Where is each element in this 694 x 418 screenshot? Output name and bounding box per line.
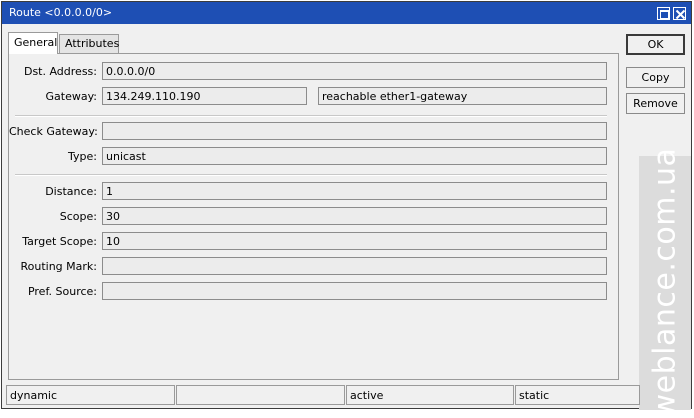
gateway-label: Gateway: <box>45 90 98 103</box>
type-field[interactable]: unicast <box>102 147 607 165</box>
dst-address-field[interactable]: 0.0.0.0/0 <box>102 62 607 80</box>
divider <box>15 174 607 176</box>
watermark-text: weblance.com.ua <box>647 147 683 418</box>
routing-mark-row: Routing Mark: <box>9 257 618 275</box>
distance-row: Distance: 1 <box>9 182 618 200</box>
title-bar[interactable]: Route <0.0.0.0/0> <box>2 2 691 24</box>
status-bar: dynamic active static <box>6 385 640 406</box>
pref-source-field[interactable] <box>102 282 607 300</box>
maximize-icon[interactable] <box>657 7 670 20</box>
watermark: weblance.com.ua <box>639 148 691 418</box>
pref-source-row: Pref. Source: <box>9 282 618 300</box>
distance-label: Distance: <box>45 185 97 198</box>
close-icon[interactable] <box>673 7 686 20</box>
gateway-row: Gateway: 134.249.110.190 reachable ether… <box>9 87 618 105</box>
window-title: Route <0.0.0.0/0> <box>9 6 113 19</box>
tab-attributes[interactable]: Attributes <box>59 34 119 53</box>
ok-button[interactable]: OK <box>626 34 685 55</box>
target-scope-field[interactable]: 10 <box>102 232 607 250</box>
divider <box>15 115 607 117</box>
routing-mark-label: Routing Mark: <box>20 260 97 273</box>
target-scope-row: Target Scope: 10 <box>9 232 618 250</box>
type-label: Type: <box>68 150 97 163</box>
scope-row: Scope: 30 <box>9 207 618 225</box>
remove-button[interactable]: Remove <box>626 93 685 114</box>
status-dynamic: dynamic <box>6 385 175 405</box>
check-gateway-field[interactable] <box>102 122 607 140</box>
gateway-field[interactable]: 134.249.110.190 <box>102 87 307 105</box>
tab-general[interactable]: General <box>8 32 58 54</box>
status-empty <box>176 385 345 405</box>
gateway-status-field: reachable ether1-gateway <box>318 87 607 105</box>
route-window: Route <0.0.0.0/0> General Attributes Dst… <box>1 1 692 418</box>
status-active: active <box>346 385 514 405</box>
copy-button[interactable]: Copy <box>626 67 685 88</box>
check-gateway-label: Check Gateway: <box>9 125 98 138</box>
status-static: static <box>515 385 640 405</box>
pref-source-label: Pref. Source: <box>27 285 97 298</box>
target-scope-label: Target Scope: <box>22 235 97 248</box>
check-gateway-row: Check Gateway: <box>9 122 618 140</box>
scope-label: Scope: <box>59 210 97 223</box>
type-row: Type: unicast <box>9 147 618 165</box>
routing-mark-field[interactable] <box>102 257 607 275</box>
general-panel: Dst. Address: 0.0.0.0/0 Gateway: 134.249… <box>8 53 619 380</box>
distance-field[interactable]: 1 <box>102 182 607 200</box>
dst-address-label: Dst. Address: <box>23 65 97 78</box>
scope-field[interactable]: 30 <box>102 207 607 225</box>
dst-address-row: Dst. Address: 0.0.0.0/0 <box>9 62 618 80</box>
